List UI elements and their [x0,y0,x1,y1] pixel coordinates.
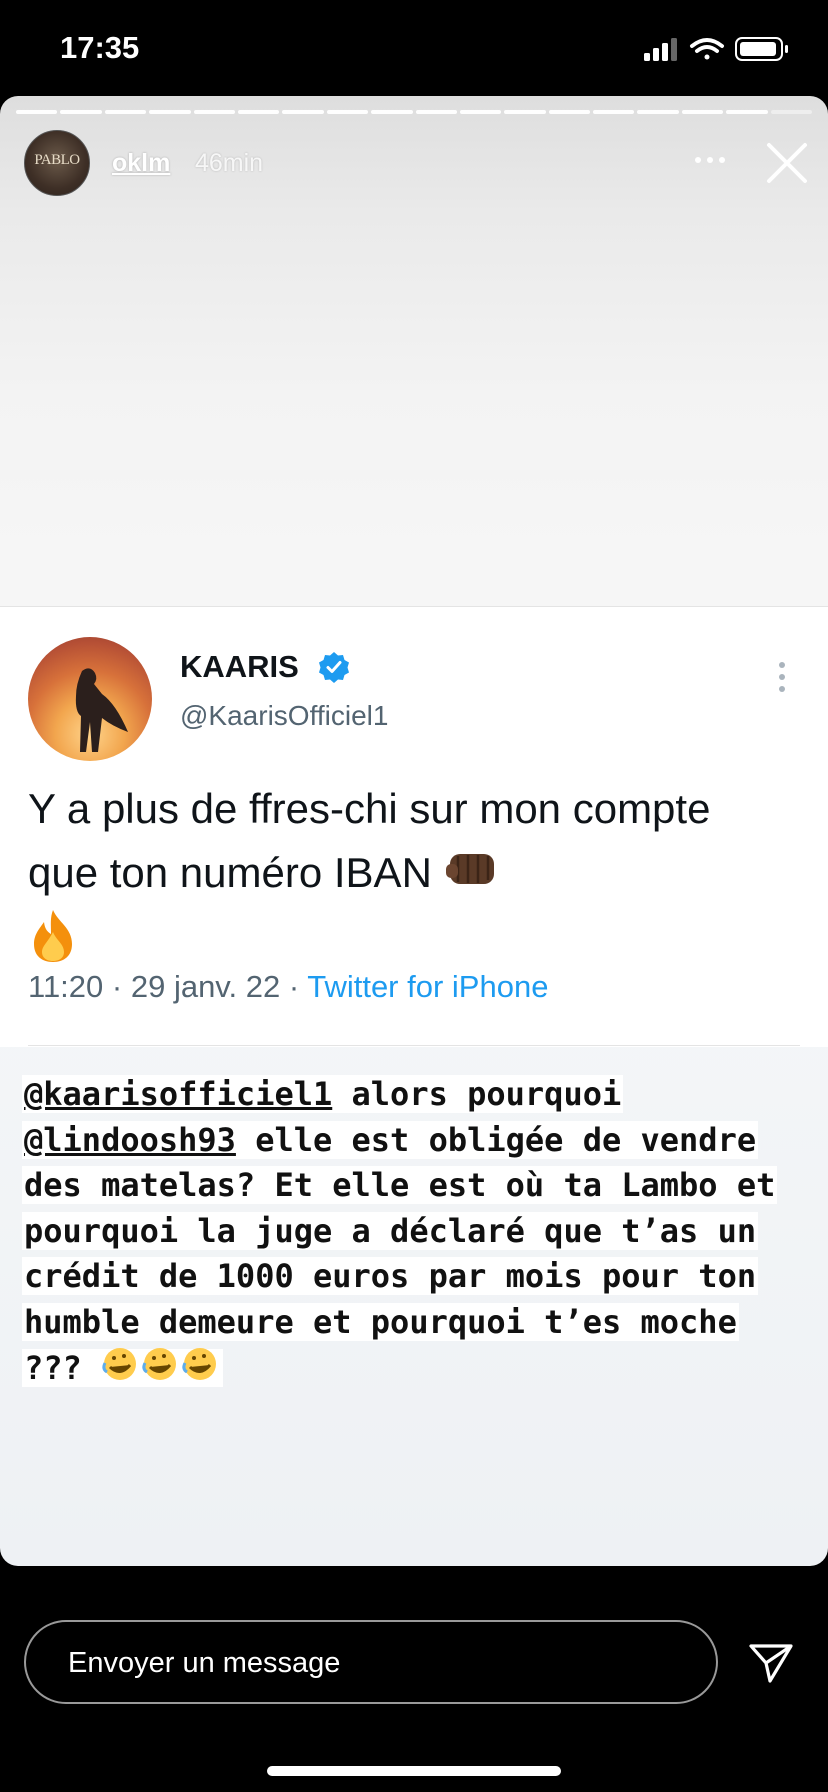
tweet-text: Y a plus de ffres-chi sur mon compte que… [28,777,788,982]
close-icon[interactable] [764,140,810,186]
tweet-body: Y a plus de ffres-chi sur mon compte que… [28,785,711,896]
progress-segment [548,110,591,114]
status-icons [644,36,794,62]
progress-segment [726,110,768,114]
progress-segment [237,110,280,114]
story-caption: @kaarisofficiel1 alors pourquoi @lindoos… [22,1072,812,1396]
send-icon[interactable] [748,1642,794,1684]
progress-segment [593,110,635,114]
tweet-time: 11:20 [28,969,104,1004]
progress-segment [681,110,724,114]
more-options-icon[interactable] [690,145,730,175]
tweet-date: 29 janv. 22 [130,969,281,1004]
avatar-logo-text: PABLO [34,152,80,168]
tweet-source: Twitter for iPhone [307,969,549,1004]
meta-separator: · [103,969,131,1004]
tweet-avatar [28,637,152,761]
tweet-menu-icon [772,657,792,697]
story-time-ago: 46min [195,149,264,177]
progress-segment [415,110,457,114]
status-time: 17:35 [60,30,140,65]
status-bar: 17:35 [0,0,828,96]
tweet-divider [28,1045,800,1046]
rofl-emoji-icon [101,1345,221,1396]
progress-segment [16,110,58,114]
progress-segment [371,110,413,114]
progress-segment [282,110,324,114]
progress-segment [60,110,102,114]
caption-text: alors pourquoi [332,1075,622,1113]
meta-separator: · [280,969,308,1004]
progress-segment [193,110,235,114]
tweet-meta: 11:20 · 29 janv. 22 · Twitter for iPhone [28,969,548,1005]
battery-icon [735,37,788,61]
fist-emoji-icon [444,844,500,908]
progress-segment [459,110,502,114]
story-progress-bar [16,110,813,114]
wifi-icon [690,38,724,60]
story-avatar[interactable]: PABLO [24,130,90,196]
story-card[interactable]: PABLO oklm 46min KAARIS @KaarisOfficiel1… [0,96,828,1566]
progress-segment [326,110,369,114]
tweet-display-name: KAARIS [180,649,299,684]
home-indicator[interactable] [267,1766,561,1776]
progress-segment [637,110,679,114]
verified-badge-icon [318,651,350,683]
tweet-handle: @KaarisOfficiel1 [180,700,389,731]
progress-segment [104,110,147,114]
mention-link[interactable]: @lindoosh93 [24,1121,236,1159]
tweet-card: KAARIS @KaarisOfficiel1 Y a plus de ffre… [0,606,828,1047]
message-input-placeholder: Envoyer un message [68,1647,341,1679]
progress-segment [504,110,546,114]
mention-link[interactable]: @kaarisofficiel1 [24,1075,332,1113]
story-header: PABLO oklm 46min [0,130,828,202]
cellular-signal-icon [644,38,677,61]
progress-segment-current [770,110,813,114]
progress-segment [149,110,191,114]
message-input[interactable]: Envoyer un message [24,1620,718,1704]
story-username[interactable]: oklm [112,149,170,178]
